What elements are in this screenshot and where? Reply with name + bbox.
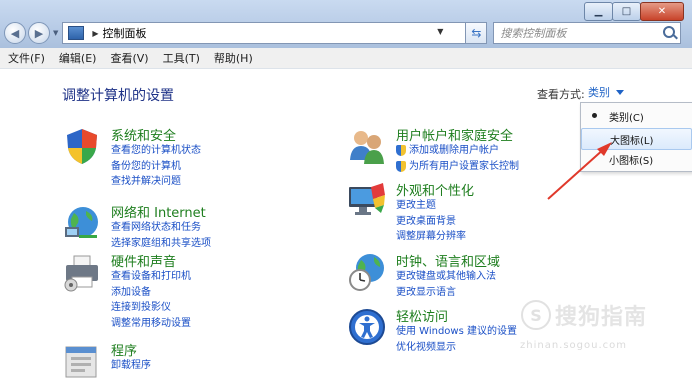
annotation-arrow-icon	[547, 142, 612, 200]
